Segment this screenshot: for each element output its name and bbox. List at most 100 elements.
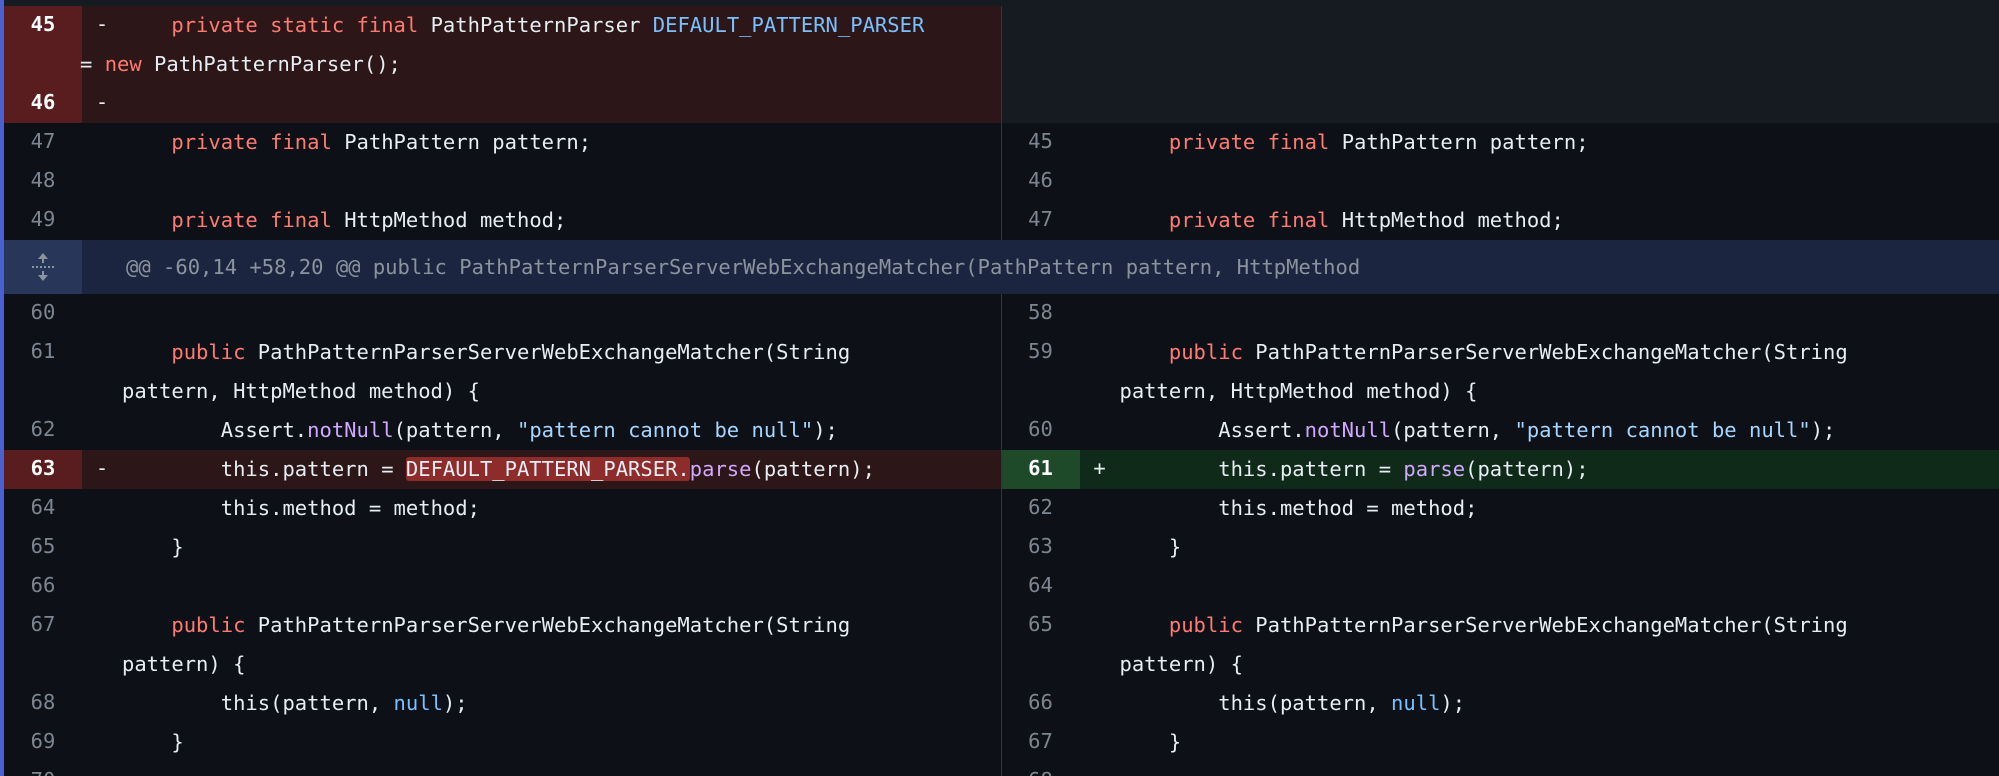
diff-row: 61 public PathPatternParserServerWebExch… [4, 333, 1999, 411]
code-line: } [171, 535, 184, 559]
code-line: public PathPatternParserServerWebExchang… [122, 340, 851, 403]
line-number[interactable]: 46 [4, 84, 82, 123]
code-line: this.pattern = parse(pattern); [1218, 457, 1589, 481]
code-line: this.method = method; [220, 496, 480, 520]
line-number[interactable]: 67 [4, 606, 82, 684]
left-line: 45 - private static final PathPatternPar… [4, 6, 1001, 84]
code-line: private final PathPattern pattern; [171, 130, 592, 154]
line-number[interactable]: 45 [1002, 123, 1080, 162]
right-line: 60 Assert.notNull(pattern, "pattern cann… [1000, 411, 1999, 450]
left-line: 63 - this.pattern = DEFAULT_PATTERN_PARS… [4, 450, 1001, 489]
code-line: public PathPatternParserServerWebExchang… [1119, 613, 1848, 676]
line-number[interactable]: 64 [1002, 567, 1080, 606]
line-number[interactable]: 70 [4, 762, 82, 776]
diff-row: 67 public PathPatternParserServerWebExch… [4, 606, 1999, 684]
code-line: Assert.notNull(pattern, "pattern cannot … [220, 418, 838, 442]
diff-row: 66 64 [4, 567, 1999, 606]
right-line: 46 [1000, 162, 1999, 201]
code-line: } [1168, 535, 1182, 559]
removed-token-highlight: DEFAULT_PATTERN_PARSER. [405, 457, 690, 481]
right-empty-line [1000, 84, 1999, 123]
line-number[interactable]: 47 [1002, 201, 1080, 240]
diff-row: 69 } 67 } [4, 723, 1999, 762]
diff-row: 49 private final HttpMethod method; 47 p… [4, 201, 1999, 240]
line-number[interactable]: 47 [4, 123, 82, 162]
code-line: this(pattern, null); [220, 691, 468, 715]
diff-row: 65 } 63 } [4, 528, 1999, 567]
expand-button[interactable] [4, 240, 82, 294]
line-number[interactable]: 48 [4, 162, 82, 201]
diff-row: 62 Assert.notNull(pattern, "pattern cann… [4, 411, 1999, 450]
left-line: 68 this(pattern, null); [4, 684, 1001, 723]
line-number[interactable]: 61 [4, 333, 82, 411]
code-line: private final PathPattern pattern; [1168, 130, 1589, 154]
line-number[interactable]: 69 [4, 723, 82, 762]
line-number[interactable]: 68 [1002, 762, 1080, 776]
diff-row: 48 46 [4, 162, 1999, 201]
code-line: this.pattern = DEFAULT_PATTERN_PARSER.pa… [220, 457, 875, 481]
line-number[interactable]: 61 [1001, 450, 1080, 489]
right-line: 63 } [1000, 528, 1999, 567]
right-line: 61 + this.pattern = parse(pattern); [1000, 450, 1999, 489]
left-line: 66 [4, 567, 1001, 606]
code-line: private static final PathPatternParser D… [80, 13, 925, 76]
left-line: 46 - [4, 84, 1001, 123]
line-number[interactable]: 45 [4, 6, 82, 84]
diff-row: 45 - private static final PathPatternPar… [4, 6, 1999, 84]
diff-row: 68 this(pattern, null); 66 this(pattern,… [4, 684, 1999, 723]
line-number[interactable]: 58 [1002, 294, 1080, 333]
right-line: 58 [1000, 294, 1999, 333]
line-number[interactable]: 60 [4, 294, 82, 333]
left-line: 65 } [4, 528, 1001, 567]
diff-row: 47 private final PathPattern pattern; 45… [4, 123, 1999, 162]
left-line: 61 public PathPatternParserServerWebExch… [4, 333, 1001, 411]
code-line: this(pattern, null); [1218, 691, 1466, 715]
line-number[interactable]: 68 [4, 684, 82, 723]
line-number[interactable]: 67 [1002, 723, 1080, 762]
right-line: 65 public PathPatternParserServerWebExch… [1000, 606, 1999, 684]
left-line: 69 } [4, 723, 1001, 762]
code-line: } [1168, 730, 1182, 754]
line-number[interactable]: 62 [4, 411, 82, 450]
deletion-marker: - [95, 456, 109, 480]
code-line: Assert.notNull(pattern, "pattern cannot … [1218, 418, 1836, 442]
deletion-marker: - [95, 90, 109, 114]
line-number[interactable]: 60 [1002, 411, 1080, 450]
right-empty-line [1000, 6, 1999, 84]
code-line: private final HttpMethod method; [1168, 208, 1564, 232]
diff-row: 63 - this.pattern = DEFAULT_PATTERN_PARS… [4, 450, 1999, 489]
code-line: this.method = method; [1218, 496, 1478, 520]
code-line: private final HttpMethod method; [171, 208, 567, 232]
diff-row: 70 68 [4, 762, 1999, 776]
diff-view: 45 - private static final PathPatternPar… [0, 0, 1999, 776]
left-line: 70 [4, 762, 1001, 776]
diff-row: 60 58 [4, 294, 1999, 333]
line-number[interactable]: 63 [4, 450, 82, 489]
right-line: 62 this.method = method; [1000, 489, 1999, 528]
left-line: 64 this.method = method; [4, 489, 1001, 528]
diff-row: 46 - [4, 84, 1999, 123]
left-line: 67 public PathPatternParserServerWebExch… [4, 606, 1001, 684]
line-number[interactable]: 66 [4, 567, 82, 606]
right-line: 67 } [1000, 723, 1999, 762]
code-line: public PathPatternParserServerWebExchang… [122, 613, 851, 676]
left-line: 47 private final PathPattern pattern; [4, 123, 1001, 162]
line-number[interactable]: 65 [4, 528, 82, 567]
line-number[interactable]: 46 [1002, 162, 1080, 201]
line-number[interactable]: 59 [1002, 333, 1080, 411]
line-number[interactable]: 49 [4, 201, 82, 240]
addition-marker: + [1093, 456, 1106, 480]
line-number[interactable]: 63 [1002, 528, 1080, 567]
line-number[interactable]: 64 [4, 489, 82, 528]
left-line: 62 Assert.notNull(pattern, "pattern cann… [4, 411, 1001, 450]
line-number[interactable]: 65 [1002, 606, 1080, 684]
line-number[interactable]: 66 [1002, 684, 1080, 723]
expand-icon [32, 253, 54, 281]
line-number[interactable]: 62 [1002, 489, 1080, 528]
